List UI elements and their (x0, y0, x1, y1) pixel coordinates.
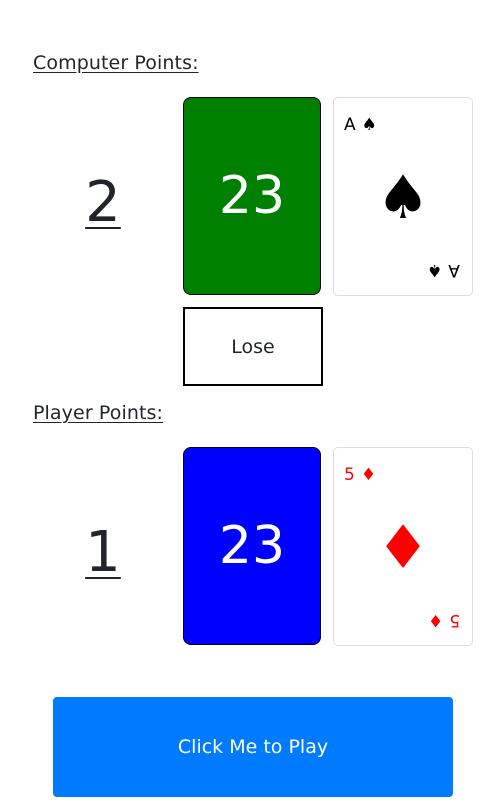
player-card-bottom-corner: 5 ♦ (427, 610, 460, 630)
computer-playing-card: A ♠ ♠ A ♠ (333, 97, 473, 296)
computer-counter-value: 23 (218, 166, 286, 226)
player-points-value: 1 (85, 520, 121, 585)
diamond-icon: ♦ (427, 610, 444, 630)
result-box: Lose (183, 307, 323, 386)
player-card-top-corner: 5 ♦ (344, 467, 376, 484)
computer-counter-card: 23 (183, 97, 321, 295)
player-card-rank-inverted: 5 (449, 610, 460, 630)
computer-points-label: Computer Points: (33, 52, 199, 74)
computer-card-rank: A (344, 115, 356, 135)
player-points-label: Player Points: (33, 402, 164, 424)
computer-card-rank-inverted: A (448, 260, 460, 280)
spade-icon: ♠ (376, 163, 430, 233)
spade-icon: ♠ (361, 115, 377, 135)
computer-card-bottom-corner: A ♠ (427, 260, 460, 280)
result-text: Lose (231, 335, 275, 358)
diamond-icon: ♦ (360, 465, 377, 485)
player-counter-value: 23 (218, 516, 286, 576)
game-page: Computer Points: 2 23 A ♠ ♠ A ♠ Lose Pla… (0, 0, 502, 802)
play-button[interactable]: Click Me to Play (53, 697, 453, 797)
player-counter-card: 23 (183, 447, 321, 645)
computer-points-value: 2 (85, 170, 121, 235)
spade-icon: ♠ (427, 260, 443, 280)
diamond-icon: ♦ (376, 513, 430, 583)
computer-card-top-corner: A ♠ (344, 117, 377, 134)
player-playing-card: 5 ♦ ♦ 5 ♦ (333, 447, 473, 646)
player-card-rank: 5 (344, 465, 355, 485)
